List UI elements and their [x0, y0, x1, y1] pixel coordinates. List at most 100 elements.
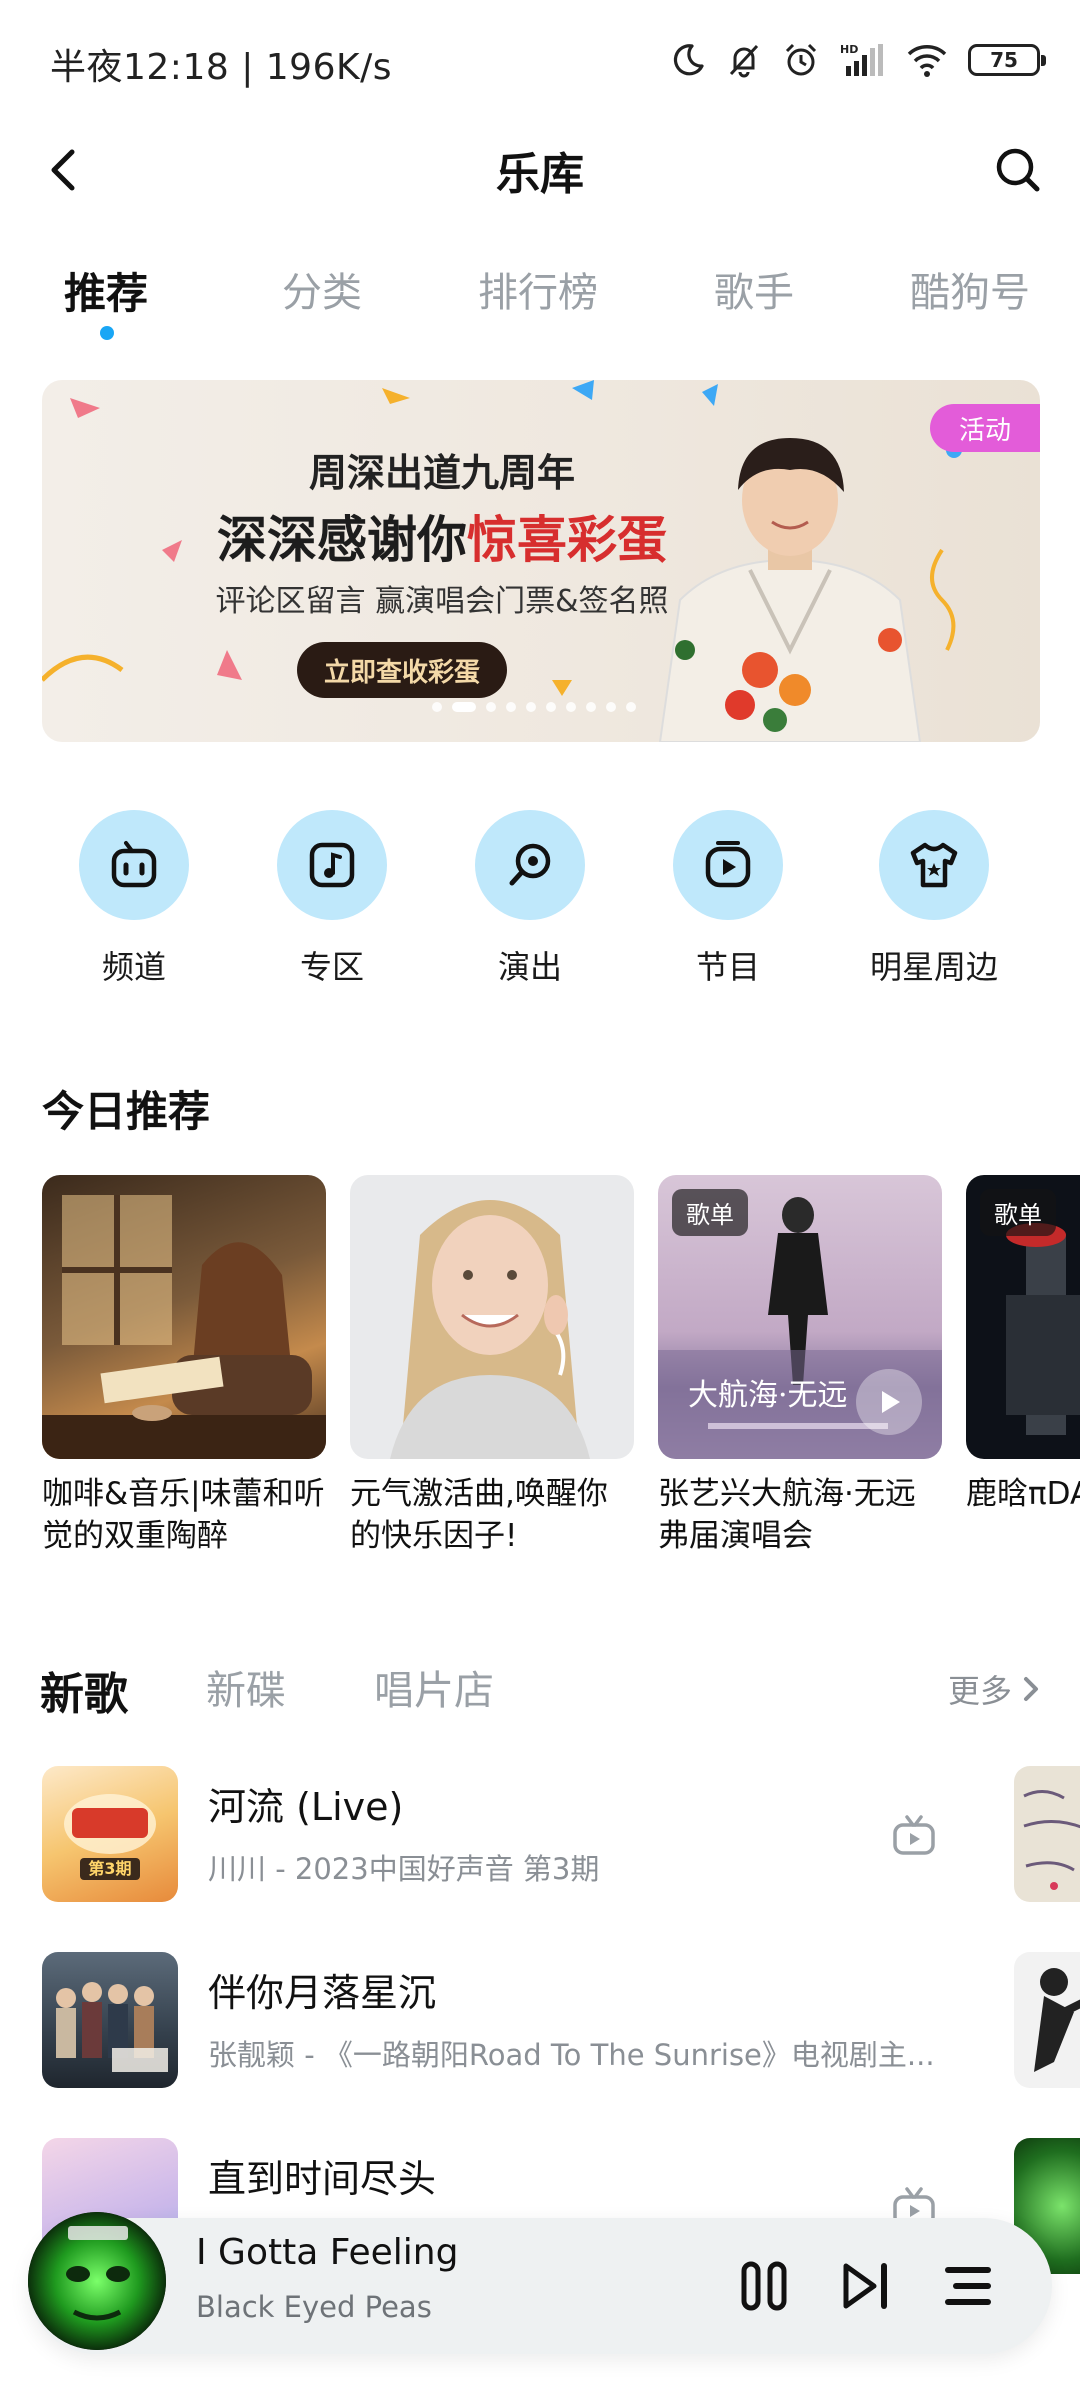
carousel-indicator	[432, 702, 636, 712]
now-playing-artist: Black Eyed Peas	[196, 2290, 432, 2324]
playlist-caption: 咖啡&音乐|味蕾和听觉的双重陶醉	[42, 1476, 325, 1554]
tab-charts[interactable]: 排行榜	[478, 260, 598, 318]
quick-item-shows[interactable]: 演出	[440, 810, 620, 988]
playlist-tag: 歌单	[980, 1189, 1056, 1236]
artist-figure-image	[658, 438, 922, 742]
banner-cta-button[interactable]: 立即查收彩蛋	[297, 642, 507, 698]
tshirt-icon	[910, 842, 958, 888]
playlist-caption: 张艺兴大航海·无远弗届演唱会	[658, 1476, 916, 1554]
banner-title-accent: 惊喜彩蛋	[467, 511, 667, 569]
carousel-dot	[546, 702, 556, 712]
moon-icon	[673, 44, 704, 76]
playlist-caption: 元气激活曲,唤醒你的快乐因子!	[350, 1476, 608, 1554]
playlist-card[interactable]: 咖啡&音乐|味蕾和听觉的双重陶醉	[42, 1175, 326, 1557]
song-row[interactable]: 第3期 河流 (Live) 川川 - 2023中国好声音 第3期	[42, 1766, 1080, 1906]
album-art-image	[28, 2212, 166, 2350]
active-tab-indicator	[100, 326, 114, 340]
playlist-card[interactable]: 元气激活曲,唤醒你的快乐因子!	[350, 1175, 634, 1557]
cover-episode-text: 第3期	[88, 1859, 131, 1878]
tv-icon	[893, 1815, 935, 1855]
next-button[interactable]	[832, 2252, 900, 2320]
quick-item-circle	[879, 810, 989, 920]
alarm-icon	[785, 43, 817, 76]
signal-hd-icon: HD	[840, 43, 883, 76]
quick-item-label: 节目	[695, 948, 760, 986]
playlist-cover: 大航海·无远 歌单	[658, 1175, 942, 1459]
carousel-dot	[486, 702, 496, 712]
quick-item-circle	[277, 810, 387, 920]
mv-button[interactable]	[886, 1808, 942, 1864]
tab-record-store[interactable]: 唱片店	[374, 1658, 494, 1716]
carousel-dot	[606, 702, 616, 712]
quick-item-programs[interactable]: 节目	[638, 810, 818, 988]
song-title: 河流 (Live)	[208, 1785, 404, 1829]
now-playing-cover[interactable]	[28, 2212, 166, 2350]
more-link[interactable]: 更多	[948, 1666, 1040, 1712]
carousel-dot	[566, 702, 576, 712]
category-tabs: 推荐 分类 排行榜 歌手 酷狗号	[0, 250, 1080, 350]
carousel-dot	[626, 702, 636, 712]
tab-kugou-account[interactable]: 酷狗号	[910, 260, 1030, 318]
playlist-caption: 鹿晗πDA会	[966, 1476, 1080, 1512]
playlist-card[interactable]: 大航海·无远 歌单 张艺兴大航海·无远弗届演唱会	[658, 1175, 942, 1557]
quick-item-circle	[673, 810, 783, 920]
handwritten-cover-image	[1023, 1790, 1080, 1890]
album-cover-peek[interactable]	[1014, 1952, 1080, 2088]
tab-recommend[interactable]: 推荐	[64, 260, 148, 321]
playlist-button[interactable]	[934, 2252, 1002, 2320]
pause-icon	[741, 2261, 787, 2311]
quick-item-channel[interactable]: 频道	[44, 810, 224, 988]
chevron-right-icon	[1024, 1677, 1038, 1701]
banner-title-prefix: 深深感谢你	[217, 511, 467, 569]
carousel-dot	[506, 702, 516, 712]
playlist-cover: 歌单	[966, 1175, 1080, 1459]
tab-new-songs[interactable]: 新歌	[40, 1658, 128, 1722]
song-row[interactable]: 伴你月落星沉 张靓颖 - 《一路朝阳Road To The Sunrise》电视…	[42, 1952, 1080, 2092]
search-icon	[996, 148, 1040, 192]
tab-singers[interactable]: 歌手	[714, 260, 794, 318]
page-title: 乐库	[496, 149, 584, 200]
album-cover-peek[interactable]	[1014, 1766, 1080, 1902]
playlist-card[interactable]: 歌单 鹿晗πDA会	[966, 1175, 1080, 1557]
more-label: 更多	[947, 1672, 1012, 1710]
queue-list-icon	[945, 2267, 991, 2305]
quick-item-label: 演出	[497, 948, 562, 986]
playlist-cover	[350, 1175, 634, 1459]
mini-player[interactable]: I Gotta Feeling Black Eyed Peas	[28, 2212, 1052, 2354]
search-button[interactable]	[986, 138, 1050, 202]
status-time: 半夜12:18 | 196K/s	[50, 47, 392, 88]
song-cover: 第3期	[42, 1766, 178, 1902]
promo-banner[interactable]: 周深出道九周年 深深感谢你惊喜彩蛋 评论区留言 赢演唱会门票&签名照 立即查收彩…	[42, 380, 1040, 742]
cover-title-text: 大航海·无远	[688, 1378, 848, 1413]
status-bar: 半夜12:18 | 196K/s HD 75	[0, 0, 1080, 120]
microphone-icon	[509, 843, 551, 886]
pause-button[interactable]	[730, 2252, 798, 2320]
quick-item-label: 明星周边	[869, 948, 998, 986]
quick-item-circle	[79, 810, 189, 920]
quick-item-label: 频道	[101, 948, 166, 986]
quick-access-row: 频道 专区 演出 节目 明星周边	[0, 810, 1080, 1000]
song-subtitle: 张靓颖 - 《一路朝阳Road To The Sunrise》电视剧主...	[208, 2038, 935, 2072]
song-subtitle: 川川 - 2023中国好声音 第3期	[208, 1852, 600, 1886]
status-icons: HD 75	[670, 38, 1046, 82]
skip-next-icon	[843, 2263, 887, 2309]
quick-item-star-merch[interactable]: 明星周边	[844, 810, 1024, 988]
tv-drama-cast-image	[56, 1982, 168, 2072]
now-playing-title: I Gotta Feeling	[196, 2232, 459, 2273]
quick-item-label: 专区	[299, 948, 364, 986]
program-icon	[705, 841, 751, 888]
playlist-cover	[42, 1175, 326, 1459]
quick-item-zone[interactable]: 专区	[242, 810, 422, 988]
song-cover	[42, 1952, 178, 2088]
today-recommend-row: 咖啡&音乐|味蕾和听觉的双重陶醉 元气激活曲,唤醒你的快乐因子! 大航海·无远	[42, 1175, 1080, 1595]
song-title: 伴你月落星沉	[208, 1971, 437, 2015]
tab-new-albums[interactable]: 新碟	[206, 1658, 286, 1716]
tab-category[interactable]: 分类	[282, 260, 362, 318]
music-note-icon	[309, 842, 355, 888]
wifi-icon	[907, 45, 947, 77]
playlist-tag: 歌单	[672, 1189, 748, 1236]
new-music-tabs: 新歌 新碟 唱片店 更多	[0, 1650, 1080, 1730]
smiling-woman-image	[390, 1200, 590, 1459]
carousel-dot-active	[452, 702, 476, 712]
play-button[interactable]	[856, 1369, 922, 1435]
